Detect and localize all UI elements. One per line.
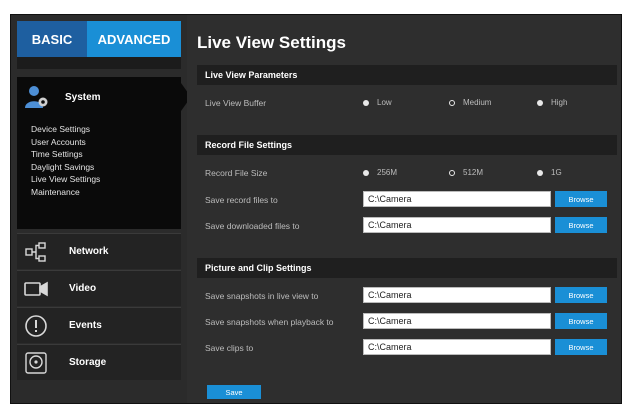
radio-label: 512M [463, 168, 484, 177]
save-button[interactable]: Save [207, 385, 261, 399]
radio-dot [363, 169, 369, 176]
radio-size-1g[interactable]: 1G [537, 168, 562, 177]
radio-buffer-low[interactable]: Low [363, 98, 392, 107]
sidebar-item-storage[interactable]: Storage [17, 344, 181, 380]
sidebar-item-label: System [65, 91, 101, 103]
radio-label: Medium [463, 98, 492, 107]
browse-clips-button[interactable]: Browse [555, 339, 607, 355]
app-frame: BASIC ADVANCED System Device Settings Us… [10, 14, 622, 404]
save-clips-label: Save clips to [205, 343, 254, 353]
radio-dot [537, 99, 543, 106]
mode-tabs: BASIC ADVANCED [17, 21, 181, 65]
save-downloaded-files-label: Save downloaded files to [205, 221, 300, 231]
submenu-daylight-savings[interactable]: Daylight Savings [31, 161, 100, 174]
hard-disk-icon [17, 343, 55, 383]
submenu-maintenance[interactable]: Maintenance [31, 186, 100, 199]
sidebar: BASIC ADVANCED System Device Settings Us… [11, 15, 191, 403]
browse-record-button[interactable]: Browse [555, 191, 607, 207]
radio-buffer-medium[interactable]: Medium [449, 98, 491, 107]
save-record-files-input[interactable] [363, 191, 551, 207]
sidebar-item-label: Network [69, 246, 109, 257]
snapshots-live-view-label: Save snapshots in live view to [205, 291, 319, 301]
snapshots-live-view-input[interactable] [363, 287, 551, 303]
main-panel: Live View Settings Live View Parameters … [187, 15, 621, 403]
save-downloaded-files-input[interactable] [363, 217, 551, 233]
system-submenu: Device Settings User Accounts Time Setti… [31, 123, 100, 199]
radio-size-512m[interactable]: 512M [449, 168, 483, 177]
browse-snapshot-live-button[interactable]: Browse [555, 287, 607, 303]
tab-strip [17, 57, 181, 69]
record-file-size-label: Record File Size [205, 168, 268, 178]
sidebar-item-network[interactable]: Network [17, 233, 181, 269]
radio-dot [449, 169, 455, 176]
live-view-buffer-label: Live View Buffer [205, 98, 267, 108]
sidebar-item-label: Storage [69, 357, 107, 368]
snapshots-playback-label: Save snapshots when playback to [205, 317, 334, 327]
browse-download-button[interactable]: Browse [555, 217, 607, 233]
submenu-user-accounts[interactable]: User Accounts [31, 136, 100, 149]
radio-size-256m[interactable]: 256M [363, 168, 397, 177]
radio-label: High [551, 98, 568, 107]
tab-basic[interactable]: BASIC [17, 21, 87, 57]
radio-dot [363, 99, 369, 106]
submenu-device-settings[interactable]: Device Settings [31, 123, 100, 136]
section-picture-clip-settings: Picture and Clip Settings [197, 258, 617, 278]
radio-label: 256M [377, 168, 398, 177]
network-icon [17, 232, 55, 272]
section-live-view-parameters: Live View Parameters [197, 65, 617, 85]
tab-advanced[interactable]: ADVANCED [87, 21, 181, 65]
radio-label: 1G [551, 168, 562, 177]
sidebar-item-events[interactable]: Events [17, 307, 181, 343]
radio-label: Low [377, 98, 392, 107]
sidebar-item-label: Events [69, 320, 102, 331]
person-gear-icon [17, 77, 55, 117]
sidebar-item-video[interactable]: Video [17, 270, 181, 306]
page-title: Live View Settings [197, 33, 346, 52]
save-clips-input[interactable] [363, 339, 551, 355]
browse-snapshot-playback-button[interactable]: Browse [555, 313, 607, 329]
snapshots-playback-input[interactable] [363, 313, 551, 329]
radio-dot [537, 169, 543, 176]
sidebar-item-label: Video [69, 283, 97, 294]
radio-buffer-high[interactable]: High [537, 98, 567, 107]
submenu-time-settings[interactable]: Time Settings [31, 148, 100, 161]
sidebar-section-system: System Device Settings User Accounts Tim… [17, 77, 191, 229]
save-record-files-label: Save record files to [205, 195, 278, 205]
submenu-live-view-settings[interactable]: Live View Settings [31, 173, 100, 186]
sidebar-item-system[interactable]: System [17, 77, 191, 117]
section-record-file-settings: Record File Settings [197, 135, 617, 155]
video-camera-icon [17, 269, 55, 309]
radio-dot [449, 99, 455, 106]
alert-icon [17, 306, 55, 346]
